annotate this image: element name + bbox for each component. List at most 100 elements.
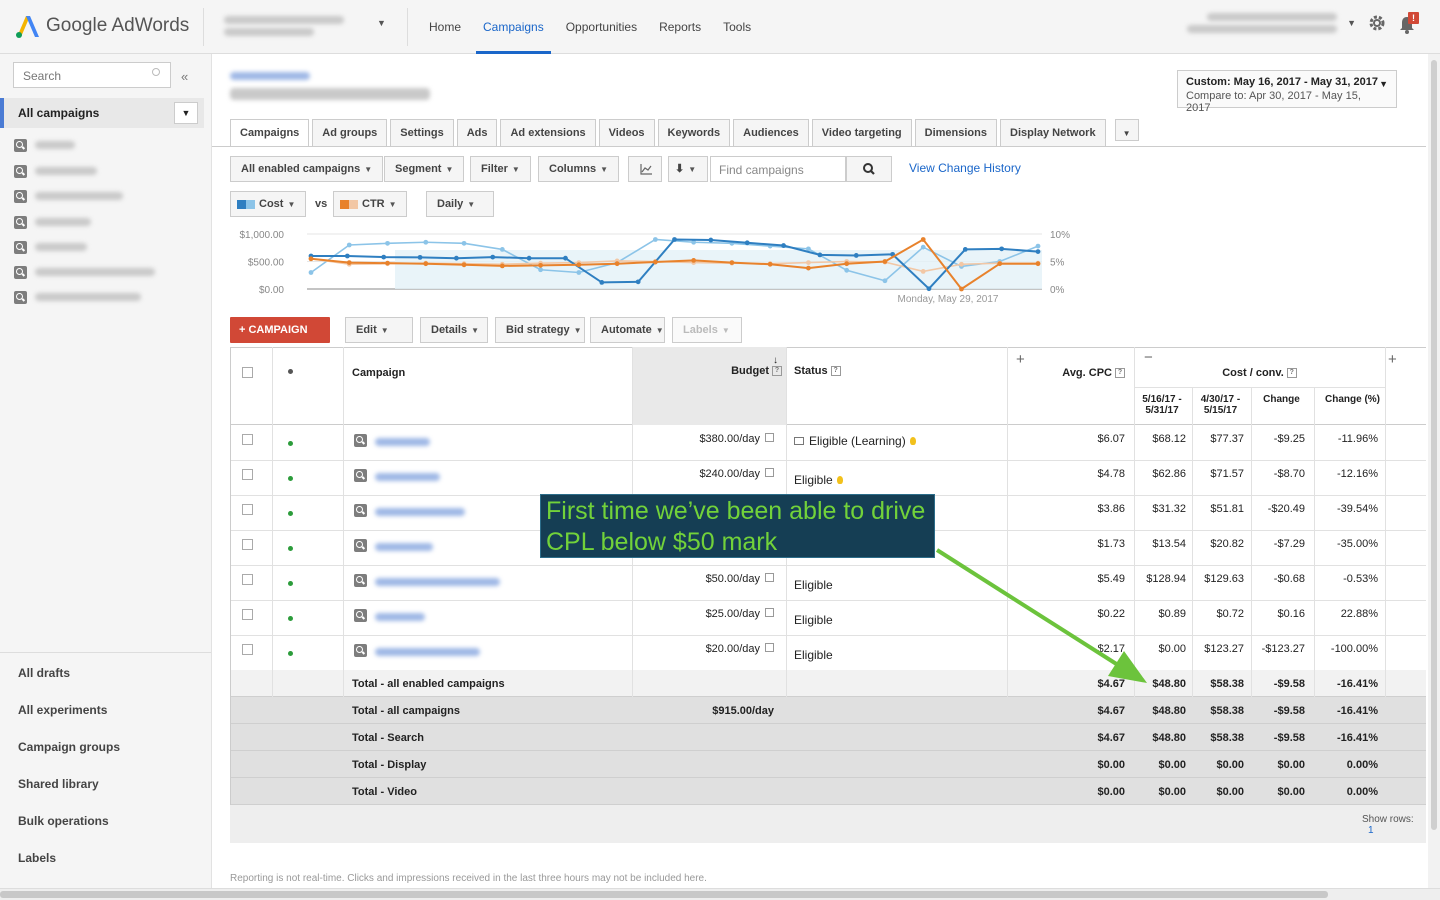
select-all-checkbox[interactable] [242,367,253,378]
nav-campaigns[interactable]: Campaigns [472,0,555,54]
adwords-logo[interactable]: Google AdWords [14,13,189,39]
sidebar-campaign-item[interactable] [14,214,91,230]
edit-budget-icon[interactable] [765,608,774,617]
avg-cpc-column-header[interactable]: Avg. CPC? [1007,367,1125,379]
labels-button[interactable]: Labels ▼ [672,317,742,343]
scrollbar-thumb[interactable] [1431,60,1437,830]
vertical-scrollbar[interactable] [1428,54,1440,888]
sidebar-item-all-campaigns[interactable]: All campaigns ▼ [0,98,204,128]
nav-tools[interactable]: Tools [712,0,762,54]
metric1-selector[interactable]: Cost ▼ [230,191,306,217]
change-pct-subheader[interactable]: Change (%) [1317,394,1380,405]
lightbulb-icon[interactable] [836,476,843,484]
tab-ads[interactable]: Ads [456,119,498,146]
sidebar-link-bulk-operations[interactable]: Bulk operations [18,814,109,828]
period1-subheader[interactable]: 5/16/17 - 5/31/17 [1137,394,1187,416]
period-selector[interactable]: Daily ▼ [426,191,494,217]
download-button[interactable]: ⬇ ▼ [668,156,708,182]
help-icon[interactable]: ? [772,366,782,377]
find-campaigns-input[interactable]: Find campaigns [710,156,846,182]
date-range-picker[interactable]: Custom: May 16, 2017 - May 31, 2017 Comp… [1177,70,1397,114]
segment-button[interactable]: Segment ▼ [384,156,465,182]
find-campaigns-button[interactable] [846,156,892,182]
row-checkbox[interactable] [242,434,253,445]
tab-dimensions[interactable]: Dimensions [914,119,997,146]
change-subheader[interactable]: Change [1254,394,1309,405]
status-column-header[interactable]: Status? [794,365,841,377]
help-icon[interactable]: ? [1115,368,1125,379]
automate-button[interactable]: Automate ▼ [590,317,665,343]
details-button[interactable]: Details ▼ [420,317,488,343]
row-checkbox[interactable] [242,539,253,550]
budget-column-header[interactable]: Budget? [632,365,782,377]
gear-icon[interactable] [1368,14,1386,32]
tab-ad-groups[interactable]: Ad groups [312,119,388,146]
nav-reports[interactable]: Reports [648,0,712,54]
tabs-more-button[interactable]: ▼ [1114,119,1139,141]
horizontal-scrollbar[interactable] [0,888,1440,900]
table-row[interactable]: $25.00/day Eligible $0.22 $0.89 $0.72 $0.16 22… [230,600,1426,635]
breadcrumb[interactable] [230,72,310,80]
nav-home[interactable]: Home [418,0,472,54]
sidebar-link-all-drafts[interactable]: All drafts [18,666,70,680]
sidebar-campaign-item[interactable] [14,188,123,204]
budget-value[interactable]: $50.00/day [632,573,774,585]
columns-button[interactable]: Columns ▼ [538,156,619,182]
sidebar-campaign-item[interactable] [14,137,75,153]
collapse-minus-icon[interactable]: − [1144,349,1153,366]
budget-value[interactable]: $380.00/day [632,433,774,445]
sidebar-link-all-experiments[interactable]: All experiments [18,703,107,717]
edit-budget-icon[interactable] [765,468,774,477]
sidebar-link-campaign-groups[interactable]: Campaign groups [18,740,120,754]
edit-budget-icon[interactable] [765,433,774,442]
lightbulb-icon[interactable] [909,437,916,445]
tab-settings[interactable]: Settings [390,119,454,146]
collapse-sidebar-button[interactable]: « [181,69,188,84]
edit-budget-icon[interactable] [765,573,774,582]
cost-conv-column-header[interactable]: Cost / conv.? [1134,367,1385,379]
speech-bubble-icon[interactable] [794,437,804,445]
budget-value[interactable]: $20.00/day [632,643,774,655]
table-row[interactable]: $380.00/day Eligible (Learning) $6.07 $68.1… [230,425,1426,460]
campaign-filter-dropdown[interactable]: All enabled campaigns ▼ [230,156,384,182]
sidebar-campaign-item[interactable] [14,163,97,179]
show-rows-control[interactable]: Show rows: 1 [1362,814,1426,836]
notifications-button[interactable]: ! [1398,12,1420,34]
nav-opportunities[interactable]: Opportunities [555,0,648,54]
user-account-menu[interactable]: ▼ [1187,13,1356,33]
sidebar-campaign-item[interactable] [14,239,87,255]
help-icon[interactable]: ? [830,366,841,377]
campaign-name-link[interactable] [375,438,430,446]
tab-keywords[interactable]: Keywords [657,119,731,146]
bid-strategy-button[interactable]: Bid strategy ▼ [495,317,585,343]
tab-ad-extensions[interactable]: Ad extensions [500,119,596,146]
campaign-column-header[interactable]: Campaign [352,367,405,379]
campaign-name-link[interactable] [375,578,500,586]
help-icon[interactable]: ? [1286,368,1297,379]
edit-budget-icon[interactable] [765,643,774,652]
sidebar-campaign-item[interactable] [14,264,155,280]
campaign-name-link[interactable] [375,613,425,621]
tab-video-targeting[interactable]: Video targeting [811,119,912,146]
table-row[interactable]: $50.00/day Eligible $5.49 $128.94 $129.63 -$0… [230,565,1426,600]
tab-audiences[interactable]: Audiences [733,119,809,146]
filter-button[interactable]: Filter ▼ [470,156,531,182]
campaign-name-link[interactable] [375,543,433,551]
row-checkbox[interactable] [242,574,253,585]
sidebar-link-shared-library[interactable]: Shared library [18,777,99,791]
scrollbar-thumb[interactable] [0,891,1328,898]
row-checkbox[interactable] [242,469,253,480]
table-row[interactable]: $240.00/day Eligible $4.78 $62.86 $71.57 -$8.… [230,460,1426,495]
chart-toggle-button[interactable] [628,156,662,182]
sidebar-campaign-item[interactable] [14,289,141,305]
budget-value[interactable]: $25.00/day [632,608,774,620]
period2-subheader[interactable]: 4/30/17 - 5/15/17 [1195,394,1246,416]
sidebar-search-input[interactable]: Search [13,62,171,88]
campaign-name-link[interactable] [375,648,480,656]
table-row[interactable]: $20.00/day Eligible $2.17 $0.00 $123.27 -$123… [230,635,1426,670]
new-campaign-button[interactable]: + CAMPAIGN [230,317,330,343]
budget-value[interactable]: $240.00/day [632,468,774,480]
row-checkbox[interactable] [242,644,253,655]
campaign-name-link[interactable] [375,473,440,481]
view-change-history-link[interactable]: View Change History [909,161,1021,175]
